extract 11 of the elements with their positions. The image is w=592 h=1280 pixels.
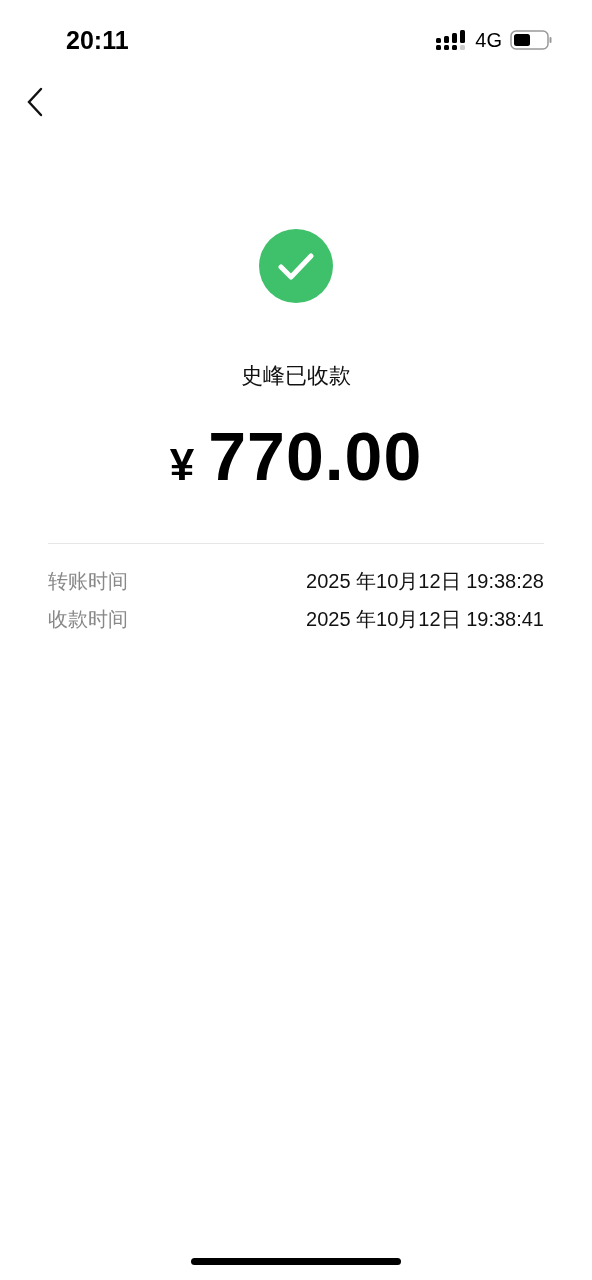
signal-icon [436, 30, 468, 50]
currency-symbol: ¥ [169, 440, 195, 490]
detail-value: 2025 年10月12日 19:38:28 [306, 568, 544, 594]
receipt-status-text: 史峰已收款 [241, 362, 351, 390]
network-type: 4G [475, 28, 502, 52]
detail-value: 2025 年10月12日 19:38:41 [306, 606, 544, 632]
amount-text: 770.00 [208, 417, 423, 495]
detail-label: 转账时间 [48, 568, 128, 594]
detail-label: 收款时间 [48, 606, 128, 632]
battery-icon [510, 30, 552, 50]
clock-time: 20:11 [66, 25, 130, 55]
